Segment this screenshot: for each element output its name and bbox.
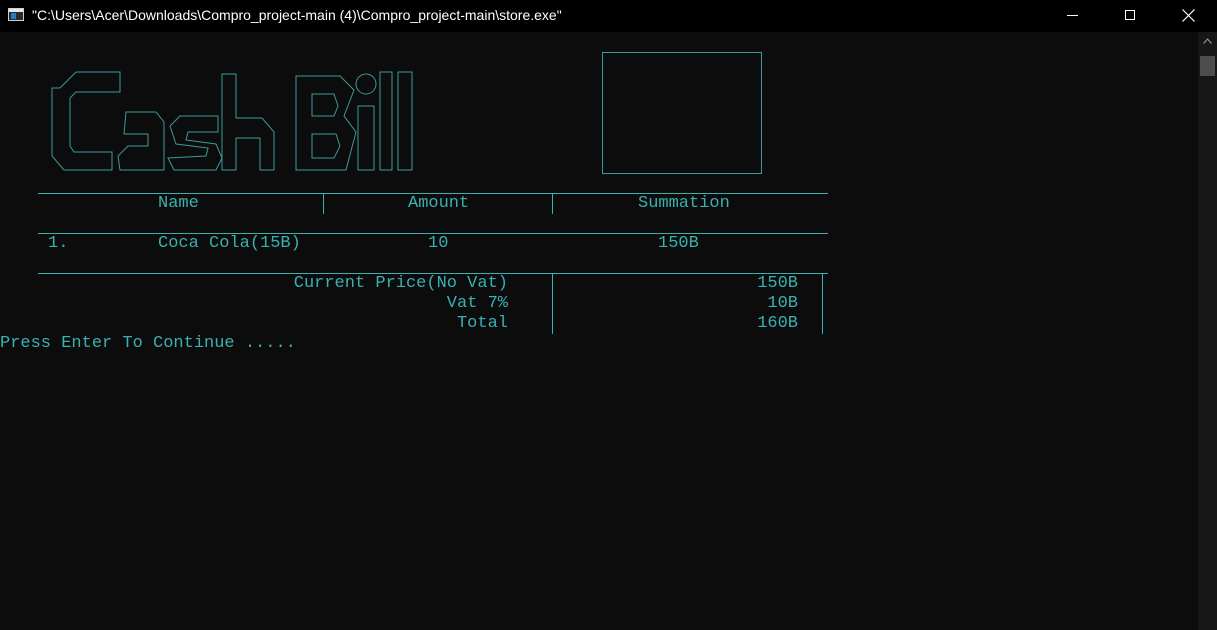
- header-divider: [552, 194, 553, 214]
- current-price-label: Current Price(No Vat): [293, 274, 508, 293]
- current-price-value: 150B: [757, 274, 798, 293]
- close-button[interactable]: [1159, 0, 1217, 32]
- window-title: "C:\Users\Acer\Downloads\Compro_project-…: [32, 7, 562, 23]
- header-summation: Summation: [638, 194, 730, 213]
- row-index: 1.: [48, 234, 69, 253]
- header-divider: [323, 194, 324, 214]
- cash-bill-logo: [51, 71, 413, 171]
- total-value: 160B: [757, 314, 798, 333]
- vat-label: Vat 7%: [446, 294, 508, 313]
- row-amount: 10: [428, 234, 449, 253]
- title-bar[interactable]: "C:\Users\Acer\Downloads\Compro_project-…: [0, 0, 1217, 32]
- minimize-icon: [1067, 15, 1078, 16]
- row-summation: 150B: [658, 234, 699, 253]
- close-icon: [1182, 9, 1195, 22]
- console-output[interactable]: Name Amount Summation 1. Coca Cola(15B) …: [0, 32, 1198, 630]
- scrollbar-thumb[interactable]: [1200, 56, 1215, 76]
- vat-value: 10B: [767, 294, 798, 313]
- console-app-icon[interactable]: [8, 8, 24, 21]
- maximize-button[interactable]: [1101, 0, 1159, 32]
- header-amount: Amount: [408, 194, 470, 213]
- scroll-up-arrow-icon[interactable]: [1203, 38, 1212, 44]
- total-label: Total: [456, 314, 508, 333]
- row-name: Coca Cola(15B): [158, 234, 301, 253]
- minimize-button[interactable]: [1043, 0, 1101, 32]
- continue-prompt: Press Enter To Continue .....: [0, 334, 296, 353]
- totals-right-border: [822, 274, 823, 334]
- console-window: "C:\Users\Acer\Downloads\Compro_project-…: [0, 0, 1217, 630]
- vertical-scrollbar[interactable]: [1198, 32, 1217, 630]
- maximize-icon: [1125, 10, 1135, 20]
- header-name: Name: [158, 194, 199, 213]
- totals-divider: [552, 274, 553, 334]
- logo-frame: [602, 52, 762, 174]
